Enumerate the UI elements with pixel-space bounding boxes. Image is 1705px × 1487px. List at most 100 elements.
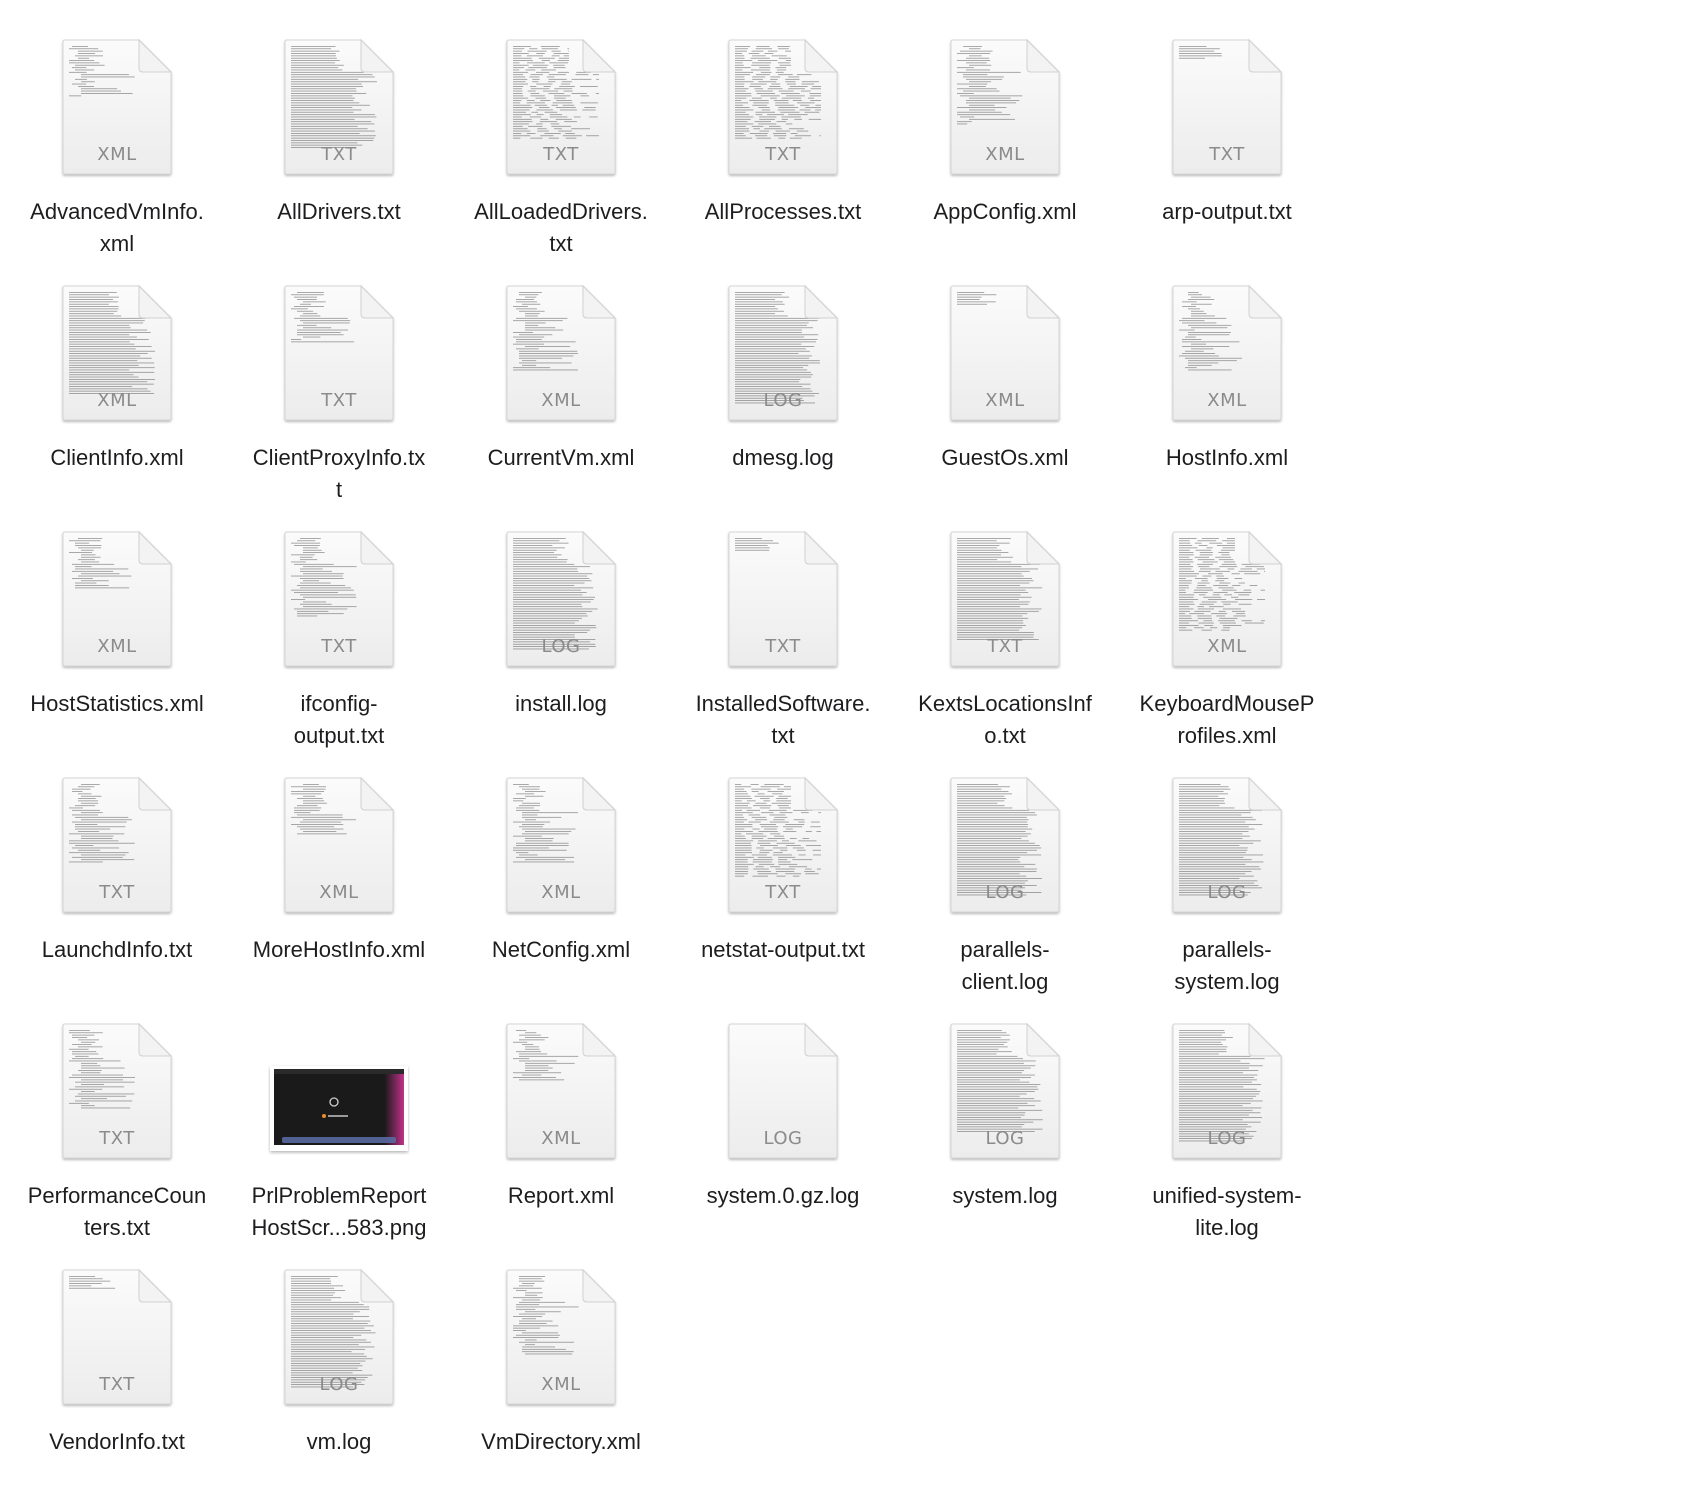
file-item[interactable]: TXT PerformanceCoun ters.txt [6,984,228,1240]
file-item[interactable]: TXT netstat-output.txt [672,738,894,978]
file-item[interactable]: LOG install.log [450,492,672,732]
file-item[interactable]: XML AdvancedVmInfo. xml [6,0,228,256]
file-item[interactable]: LOG system.0.gz.log [672,984,894,1224]
file-item[interactable]: LOG vm.log [228,1230,450,1470]
file-extension-badge: LOG [541,636,581,657]
file-item[interactable]: TXT InstalledSoftware. txt [672,492,894,748]
file-item[interactable]: TXT AllDrivers.txt [228,0,450,240]
file-item[interactable]: TXT VendorInfo.txt [6,1230,228,1470]
file-name-label: VmDirectory.xml [481,1429,641,1454]
page-fold [1026,530,1061,565]
txt-document-icon: TXT [503,38,619,176]
page-fold [582,776,617,811]
file-item[interactable]: LOG dmesg.log [672,246,894,486]
page-fold [1248,1022,1283,1057]
file-item[interactable]: XML MoreHostInfo.xml [228,738,450,978]
file-name-label: HostStatistics.xml [30,691,204,716]
page-fold [138,284,173,319]
page-fold [1026,1022,1061,1057]
file-extension-badge: XML [97,636,137,657]
file-extension-badge: XML [541,390,581,411]
txt-document-icon: TXT [947,530,1063,668]
file-item[interactable]: TXT KextsLocationsInf o.txt [894,492,1116,748]
file-name-label: LaunchdInfo.txt [41,937,193,962]
file-item[interactable]: TXT ClientProxyInfo.tx t [228,246,450,502]
log-document-icon: LOG [947,776,1063,914]
file-item[interactable]: XML HostInfo.xml [1116,246,1338,486]
file-extension-badge: TXT [765,144,801,165]
file-extension-badge: XML [97,144,137,165]
txt-document-icon: TXT [1169,38,1285,176]
file-item[interactable]: TXT ifconfig- output.txt [228,492,450,748]
file-item[interactable]: LOG unified-system- lite.log [1116,984,1338,1240]
log-document-icon: LOG [725,1022,841,1160]
xml-document-icon: XML [947,284,1063,422]
dock-bar [282,1137,396,1143]
xml-document-icon: XML [59,284,175,422]
file-name-label: vm.log [306,1429,372,1454]
log-document-icon: LOG [725,284,841,422]
txt-document-icon: TXT [281,38,397,176]
txt-document-icon: TXT [725,38,841,176]
page-fold [138,1268,173,1303]
file-extension-badge: TXT [321,144,357,165]
txt-document-icon: TXT [59,1268,175,1406]
file-item[interactable]: XML AppConfig.xml [894,0,1116,240]
page-fold [1026,284,1061,319]
page-fold [582,38,617,73]
file-item[interactable]: TXT arp-output.txt [1116,0,1338,240]
page-fold [360,284,395,319]
file-item[interactable]: XML GuestOs.xml [894,246,1116,486]
finder-icon-grid: XML AdvancedVmInfo. xml TXT AllDrivers.txt T… [0,0,1705,1487]
file-item[interactable]: XML NetConfig.xml [450,738,672,978]
file-name-label: system.0.gz.log [706,1183,860,1208]
page-fold [138,776,173,811]
page-fold [138,1022,173,1057]
file-extension-badge: TXT [321,390,357,411]
file-extension-badge: TXT [543,144,579,165]
page-fold [360,38,395,73]
file-name-label: arp-output.txt [1162,199,1292,224]
file-item[interactable]: TXT AllProcesses.txt [672,0,894,240]
page-fold [1248,776,1283,811]
file-item[interactable]: XML HostStatistics.xml [6,492,228,732]
file-item[interactable]: TXT AllLoadedDrivers. txt [450,0,672,256]
file-extension-badge: TXT [321,636,357,657]
page-fold [1026,776,1061,811]
page-fold [1026,38,1061,73]
page-fold [582,1268,617,1303]
file-name-label: CurrentVm.xml [487,445,635,470]
txt-document-icon: TXT [725,530,841,668]
file-item[interactable]: PrlProblemReport HostScr...583.png [228,984,450,1240]
file-item[interactable]: LOG parallels- client.log [894,738,1116,994]
log-document-icon: LOG [947,1022,1063,1160]
file-item[interactable]: LOG parallels- system.log [1116,738,1338,994]
log-document-icon: LOG [503,530,619,668]
file-extension-badge: XML [319,882,359,903]
image-thumbnail-icon [268,1064,410,1155]
file-item[interactable]: TXT LaunchdInfo.txt [6,738,228,978]
screenshot-preview [274,1069,404,1145]
xml-document-icon: XML [503,1268,619,1406]
file-extension-badge: TXT [1209,144,1245,165]
file-extension-badge: XML [541,882,581,903]
log-document-icon: LOG [1169,1022,1285,1160]
file-item[interactable]: XML Report.xml [450,984,672,1224]
page-fold [360,1268,395,1303]
file-extension-badge: LOG [763,390,803,411]
file-extension-badge: TXT [99,1374,135,1395]
file-item[interactable]: XML VmDirectory.xml [450,1230,672,1470]
page-fold [1248,530,1283,565]
file-item[interactable]: XML KeyboardMouseP rofiles.xml [1116,492,1338,748]
xml-document-icon: XML [947,38,1063,176]
file-item[interactable]: XML CurrentVm.xml [450,246,672,486]
file-item[interactable]: LOG system.log [894,984,1116,1224]
file-extension-badge: XML [1207,636,1247,657]
file-item[interactable]: XML ClientInfo.xml [6,246,228,486]
file-name-label: AllProcesses.txt [704,199,862,224]
page-fold [804,38,839,73]
file-extension-badge: TXT [765,636,801,657]
xml-document-icon: XML [59,38,175,176]
file-name-label: dmesg.log [732,445,834,470]
file-extension-badge: LOG [985,1128,1025,1149]
